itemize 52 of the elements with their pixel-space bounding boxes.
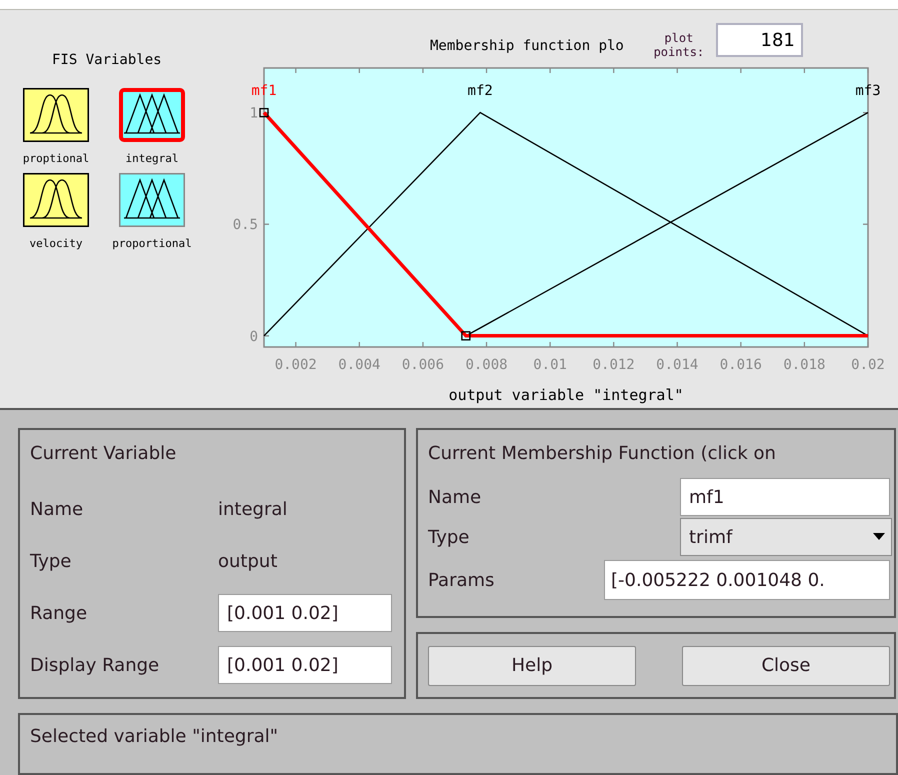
triangle-variable-icon[interactable] <box>118 87 186 143</box>
field-label: Range <box>30 602 88 626</box>
field-value: integral <box>218 498 288 522</box>
tick-label: 0.018 <box>783 357 826 373</box>
variable-label: velocity <box>30 236 82 252</box>
tick-label: 1 <box>250 106 258 122</box>
panel-title: FIS Variables <box>52 51 162 70</box>
tick-label: 0.002 <box>274 357 317 373</box>
field-label: Type <box>30 550 72 574</box>
tick-label: 0.014 <box>656 357 698 373</box>
type-dropdown[interactable]: trimf <box>680 518 892 556</box>
vertex-handle[interactable] <box>259 108 269 118</box>
tick-label: 0.01 <box>533 357 567 373</box>
text-field[interactable]: [0.001 0.02] <box>218 594 392 632</box>
curve-label: mf1 <box>251 83 277 99</box>
field-value: output <box>218 550 278 574</box>
variable-label: proportional <box>112 236 192 252</box>
dialog-button[interactable]: Close <box>682 646 890 686</box>
caret-icon <box>873 533 885 541</box>
tick-label: 0 <box>250 328 258 345</box>
field-label: Params <box>428 568 496 592</box>
text-field[interactable]: [-0.005222 0.001048 0. <box>604 560 890 600</box>
field-label: Name <box>30 498 84 522</box>
dialog-button[interactable]: Help <box>428 646 636 686</box>
panel-title: Current Variable <box>30 442 176 466</box>
text-field[interactable]: mf1 <box>680 478 890 516</box>
field-label: Display Range <box>30 654 160 678</box>
field-label: Type <box>428 526 470 550</box>
tick-label: 0.008 <box>465 357 508 373</box>
variable-label: integral <box>126 151 178 167</box>
plot-title: Membership function plo <box>430 37 624 56</box>
vertex-handle[interactable] <box>461 331 471 340</box>
triangle-variable-icon[interactable] <box>118 172 186 228</box>
tick-label: 0.02 <box>851 357 885 373</box>
tick-label: 0.016 <box>720 357 762 373</box>
gaussian-variable-icon[interactable] <box>22 87 90 143</box>
tick-label: 0.006 <box>402 357 444 373</box>
curve-label: mf3 <box>855 83 881 99</box>
tick-label: 0.5 <box>232 217 258 234</box>
plot-points-label: plot points: <box>652 31 706 59</box>
axis-label: output variable "integral" <box>448 386 684 404</box>
gaussian-variable-icon[interactable] <box>22 172 90 228</box>
variable-label: proptional <box>22 151 90 167</box>
field-label: Name <box>428 486 482 510</box>
text-field[interactable]: [0.001 0.02] <box>218 646 392 684</box>
curve-label: mf2 <box>468 83 493 99</box>
tick-label: 0.004 <box>338 357 380 373</box>
panel-title: Current Membership Function (click on <box>428 442 776 466</box>
tick-label: 0.012 <box>592 357 635 373</box>
rising-curve[interactable] <box>466 112 868 336</box>
plot-points-field[interactable]: 181 <box>716 23 803 57</box>
status-text: Selected variable "integral" <box>30 726 278 747</box>
